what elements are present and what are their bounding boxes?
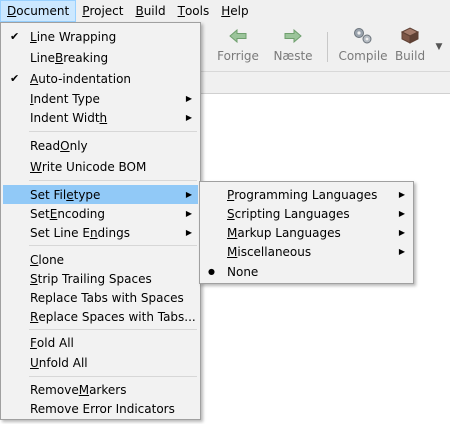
menu-item-label: Auto-indentation xyxy=(30,71,132,86)
menu-item-label: Fold All xyxy=(30,335,74,350)
submenu-arrow-icon: ▶ xyxy=(185,113,192,122)
menu-item-read-only[interactable]: Read Only xyxy=(3,136,198,155)
menu-item-line-breaking[interactable]: Line Breaking xyxy=(3,48,198,67)
menu-item-label: Unfold All xyxy=(30,355,88,370)
document-menu: ✔ Line Wrapping Line Breaking ✔ Auto-ind… xyxy=(0,22,201,420)
menu-item-indent-width[interactable]: Indent Widt h ▶ xyxy=(3,108,198,127)
filetype-submenu: Programming Languages ▶ Scripting Langua… xyxy=(199,181,414,284)
menubar: Document Project Build Tools Help xyxy=(0,0,450,22)
gears-icon xyxy=(352,26,374,46)
menu-item-label: Indent Type xyxy=(30,91,100,106)
menu-item-label: Line Wrapping xyxy=(30,29,117,44)
menu-item-scripting-languages[interactable]: Scripting Languages ▶ xyxy=(202,204,411,223)
submenu-arrow-icon: ▶ xyxy=(398,228,405,237)
menu-item-set-encoding[interactable]: Set Encoding ▶ xyxy=(3,204,198,223)
menu-item-replace-spaces-with-tabs[interactable]: Replace Spaces with Tabs... xyxy=(3,307,198,326)
checkmark-icon: ✔ xyxy=(10,72,20,85)
radio-dot-icon: ● xyxy=(208,267,215,276)
submenu-arrow-icon: ▶ xyxy=(185,190,192,199)
menu-item-miscellaneous[interactable]: Miscellaneous ▶ xyxy=(202,242,411,261)
menu-item-label: Strip Trailing Spaces xyxy=(30,271,152,286)
menu-tools[interactable]: Tools xyxy=(172,0,216,22)
checkmark-icon: ✔ xyxy=(10,30,20,43)
menu-item-label: Line Breaking xyxy=(30,50,109,65)
menu-item-clone[interactable]: Clone xyxy=(3,250,198,269)
menu-separator xyxy=(29,131,197,132)
submenu-arrow-icon: ▶ xyxy=(185,228,192,237)
menu-separator xyxy=(29,329,197,330)
menu-item-remove-error-indicators[interactable]: Remove Error Indicators xyxy=(3,399,198,418)
submenu-arrow-icon: ▶ xyxy=(185,94,192,103)
submenu-arrow-icon: ▶ xyxy=(398,247,405,256)
menu-item-label: Remove Markers xyxy=(30,382,127,397)
menu-separator xyxy=(29,245,197,246)
menu-item-label: Clone xyxy=(30,252,65,267)
bricks-icon xyxy=(399,26,421,46)
menu-separator xyxy=(29,180,197,181)
menu-item-label: Replace Spaces with Tabs... xyxy=(30,309,196,324)
menu-item-programming-languages[interactable]: Programming Languages ▶ xyxy=(202,185,411,204)
menu-item-write-unicode-bom[interactable]: Write Unicode BOM xyxy=(3,157,198,176)
menu-item-set-line-endings[interactable]: Set Line En dings ▶ xyxy=(3,223,198,242)
compile-button-label: Compile xyxy=(338,49,388,63)
menu-item-auto-indentation[interactable]: ✔ Auto-indentation xyxy=(3,69,198,88)
menu-item-label: Set Encoding xyxy=(30,206,106,221)
menu-item-none[interactable]: ● None xyxy=(202,262,411,281)
menu-item-markup-languages[interactable]: Markup Languages ▶ xyxy=(202,223,411,242)
submenu-arrow-icon: ▶ xyxy=(185,209,192,218)
menu-item-replace-tabs-with-spaces[interactable]: Replace Tabs with Spaces xyxy=(3,288,198,307)
menu-project[interactable]: Project xyxy=(76,0,129,22)
menu-item-label: Markup Languages xyxy=(227,225,341,240)
menu-build[interactable]: Build xyxy=(129,0,171,22)
toolbar-overflow-icon[interactable]: ▼ xyxy=(432,40,446,54)
menu-item-label: None xyxy=(227,264,259,279)
menu-item-label: Write Unicode BOM xyxy=(30,159,147,174)
submenu-arrow-icon: ▶ xyxy=(398,209,405,218)
compile-button[interactable]: Compile xyxy=(337,26,389,68)
menu-item-label: Set Line En dings xyxy=(30,225,130,240)
menu-item-label: Indent Widt h xyxy=(30,110,108,125)
submenu-arrow-icon: ▶ xyxy=(398,190,405,199)
app-window: Forrige Næste Compile Build ▼ D ocument … xyxy=(0,0,450,424)
menu-separator xyxy=(29,376,197,377)
menu-item-label: Miscellaneous xyxy=(227,244,312,259)
menu-item-strip-trailing-spaces[interactable]: Strip Trailing Spaces xyxy=(3,269,198,288)
menu-item-label: Scripting Languages xyxy=(227,206,350,221)
menu-item-label: Remove Error Indicators xyxy=(30,401,175,416)
toolbar-separator xyxy=(327,32,328,62)
arrow-left-icon xyxy=(227,26,249,46)
back-button[interactable]: Forrige xyxy=(216,26,260,68)
menu-document[interactable]: Document xyxy=(0,0,77,22)
back-button-label: Forrige xyxy=(217,49,259,63)
menu-item-label: Read Only xyxy=(30,138,88,153)
menu-item-label: Replace Tabs with Spaces xyxy=(30,290,184,305)
menu-item-label: Programming Languages xyxy=(227,187,378,202)
menu-item-remove-markers[interactable]: Remove Markers xyxy=(3,380,198,399)
menu-item-unfold-all[interactable]: Unfold All xyxy=(3,353,198,372)
menu-help[interactable]: Help xyxy=(215,0,254,22)
menu-item-indent-type[interactable]: Indent Type ▶ xyxy=(3,89,198,108)
menu-item-set-filetype[interactable]: Set Fil e type ▶ xyxy=(3,185,198,204)
build-button[interactable]: Build xyxy=(392,26,428,68)
arrow-right-icon xyxy=(282,26,304,46)
menu-item-fold-all[interactable]: Fold All xyxy=(3,333,198,352)
forward-button-label: Næste xyxy=(273,49,313,63)
build-button-label: Build xyxy=(394,49,426,63)
menu-item-label: Set Fil e type xyxy=(30,187,101,202)
forward-button[interactable]: Næste xyxy=(272,26,314,68)
menu-item-line-wrapping[interactable]: ✔ Line Wrapping xyxy=(3,27,198,46)
